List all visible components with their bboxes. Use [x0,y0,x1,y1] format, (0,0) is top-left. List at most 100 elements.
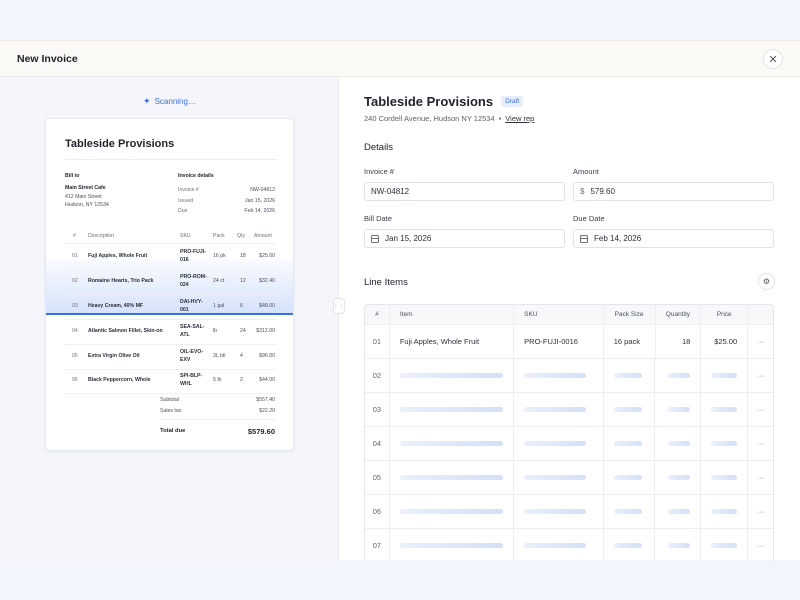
company-address: 240 Cordell Avenue, Hudson NY 12534 • View… [364,114,535,123]
invoice-number-label: Invoice # [364,167,395,176]
loading-skeleton [399,441,504,446]
loading-skeleton [711,407,738,412]
loading-skeleton [668,441,691,446]
doc-row-amount: $32.40 [259,278,275,284]
doc-row-sku1: PRO-FUJI- [180,249,206,255]
doc-row-n: 06 [72,377,78,383]
doc-row-desc: Extra Virgin Olive Oil [88,353,140,359]
loading-skeleton [668,407,691,412]
sparkle-icon: ✦ [143,96,151,106]
doc-row-n: 02 [72,278,78,284]
row-more-button[interactable]: ··· [748,529,773,561]
doc-row-amount: $48.00 [259,303,275,309]
doc-row-n: 04 [72,328,78,334]
loading-skeleton [524,509,586,514]
row-more-button[interactable]: ··· [748,359,773,392]
loading-skeleton [524,543,586,548]
row-more-button[interactable]: ··· [748,427,773,460]
loading-skeleton [399,373,504,378]
loading-skeleton [399,509,504,514]
loading-skeleton [524,373,586,378]
loading-skeleton [668,373,691,378]
status-badge: Draft [501,96,524,107]
bill-date-picker[interactable]: Jan 15, 2026 [364,229,565,248]
doc-row-sku2: 016 [180,257,189,263]
loading-skeleton [613,407,642,412]
table-row-loading: 02 ··· [365,359,773,393]
doc-row-sku1: OIL-EVO- [180,349,204,355]
scan-line [46,313,293,315]
loading-skeleton [711,543,738,548]
loading-skeleton [613,475,642,480]
doc-row-n: 03 [72,303,78,309]
doc-row-sku1: SEA-SAL- [180,324,205,330]
doc-row-sku1: PRO-ROM- [180,274,207,280]
doc-row-amount: $25.00 [259,253,275,259]
loading-skeleton [399,543,504,548]
details-title: Details [364,142,394,153]
due-date-label: Due Date [573,214,605,223]
view-rep-link[interactable]: View rep [505,114,534,123]
line-items-table: # Item SKU Pack Size Quantity Price 01 F… [364,304,774,561]
doc-bill-to-street: 412 Main Street [65,194,102,200]
doc-row-n: 01 [72,253,78,259]
row-more-button[interactable]: ··· [748,393,773,426]
doc-row-sku2: ATL [180,332,190,338]
modal-header: New Invoice ✕ [0,41,800,77]
new-invoice-modal: New Invoice ✕ ✦ Scanning… Tableside Provi… [0,40,800,561]
loading-skeleton [613,543,642,548]
loading-skeleton [399,407,504,412]
loading-skeleton [711,509,738,514]
doc-bill-to-name: Main Street Cafe [65,185,106,191]
doc-row-pack: 16 pk [213,253,226,259]
doc-row-n: 05 [72,353,78,359]
doc-row-sku2: 024 [180,282,189,288]
loading-skeleton [711,373,738,378]
doc-row-amount: $96.00 [259,353,275,359]
doc-row-desc: Heavy Cream, 40% MF [88,303,144,309]
loading-skeleton [668,509,691,514]
doc-row-qty: 24 [240,328,246,334]
scan-highlight [46,259,293,314]
calendar-icon [371,234,379,243]
table-row-loading: 04 ··· [365,427,773,461]
loading-skeleton [524,475,586,480]
doc-row-pack: 3L btl [213,353,226,359]
row-more-button[interactable]: ··· [748,461,773,494]
loading-skeleton [613,509,642,514]
loading-skeleton [668,475,691,480]
doc-details-label: Invoice details [178,173,214,179]
sliders-icon: ⚙ [762,277,771,286]
scanned-invoice: Tableside Provisions Bill to Main Street… [45,118,294,451]
loading-skeleton [711,441,738,446]
doc-bill-to-city: Hudson, NY 12534 [65,202,109,208]
row-more-button[interactable]: ··· [748,495,773,528]
table-header: # Item SKU Pack Size Quantity Price [365,305,773,325]
table-row[interactable]: 01 Fuji Apples, Whole Fruit PRO-FUJI-001… [365,325,773,359]
close-button[interactable]: ✕ [763,49,783,69]
doc-row-qty: 18 [240,253,246,259]
loading-skeleton [524,407,586,412]
line-items-title: Line Items [364,277,408,288]
doc-row-amount: $44.00 [259,377,275,383]
doc-row-desc: Fuji Apples, Whole Fruit [88,253,148,259]
doc-row-amount: $312.00 [256,328,275,334]
due-date-picker[interactable]: Feb 14, 2026 [573,229,774,248]
amount-input[interactable]: $579.60 [573,182,774,201]
invoice-form-pane: Tableside Provisions Draft 240 Cordell A… [339,77,800,561]
table-settings-button[interactable]: ⚙ [758,273,775,290]
doc-row-sku1: SPI-BLP- [180,373,203,379]
doc-title: Tableside Provisions [65,138,175,150]
doc-row-pack: 5 lb [213,377,222,383]
amount-label: Amount [573,167,599,176]
table-row-loading: 05 ··· [365,461,773,495]
invoice-number-input[interactable]: NW-04812 [364,182,565,201]
doc-row-sku2: 001 [180,307,189,313]
doc-row-pack: lb [213,328,218,334]
pane-resize-handle[interactable]: ⋮⋮ [333,298,345,314]
scanning-status: ✦ Scanning… [143,96,196,106]
doc-row-pack: 24 ct [213,278,225,284]
table-row-loading: 06 ··· [365,495,773,529]
loading-skeleton [613,441,642,446]
row-more-button[interactable]: ··· [748,325,773,358]
